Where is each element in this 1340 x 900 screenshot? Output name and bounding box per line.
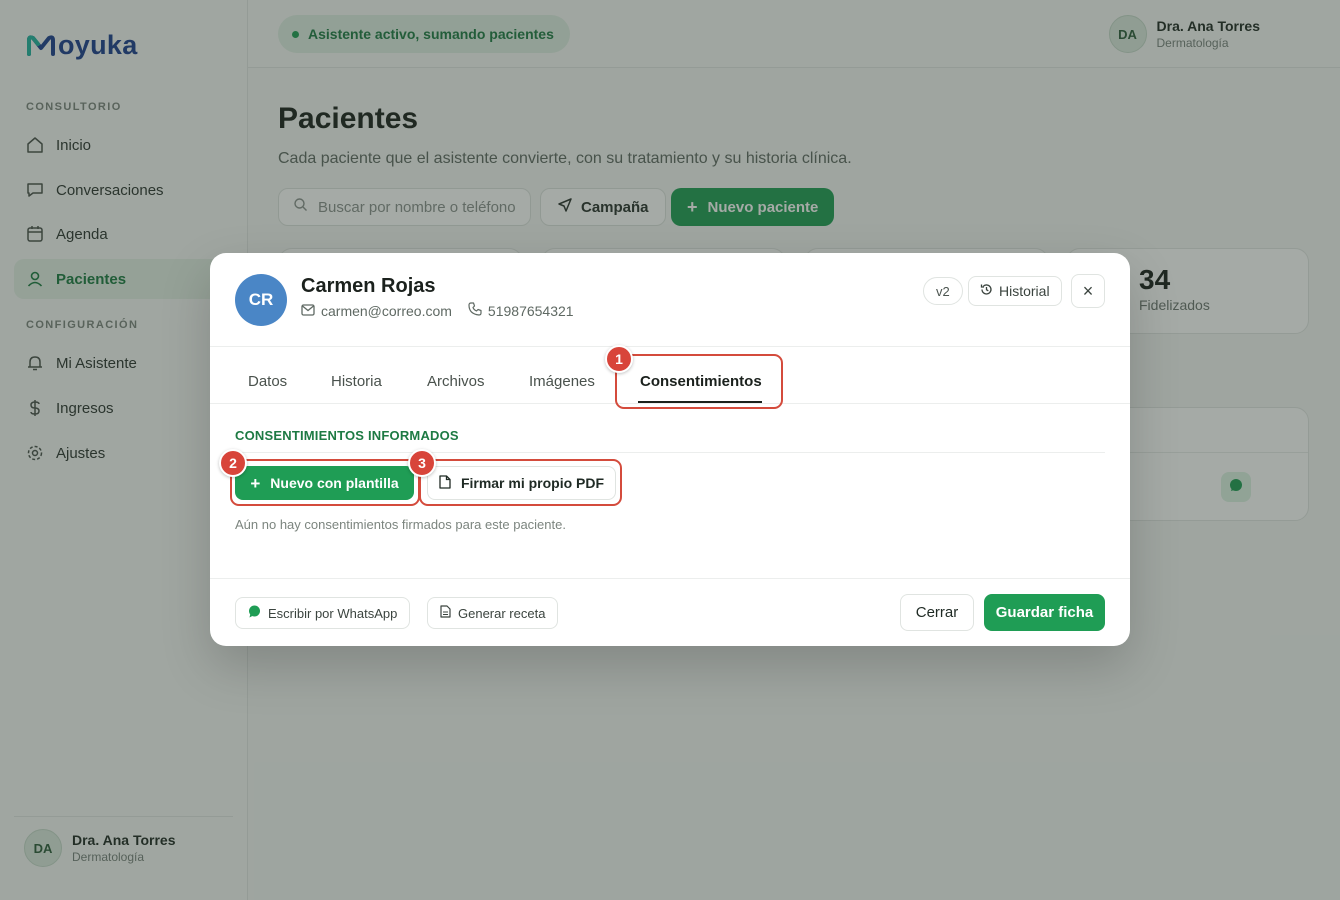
annotation-badge-2: 2 xyxy=(219,449,247,477)
annotation-badge-1: 1 xyxy=(605,345,633,373)
whatsapp-icon xyxy=(248,605,261,621)
tab-imagenes[interactable]: Imágenes xyxy=(529,373,595,390)
patient-modal: CR Carmen Rojas carmen@correo.com 519876… xyxy=(210,253,1130,646)
section-divider xyxy=(235,452,1105,453)
patient-phone: 51987654321 xyxy=(468,302,574,319)
tab-datos[interactable]: Datos xyxy=(248,373,287,390)
highlight-new-template xyxy=(230,459,420,506)
header-divider xyxy=(210,346,1130,347)
history-label: Historial xyxy=(999,283,1050,299)
recipe-label: Generar receta xyxy=(458,605,546,621)
whatsapp-label: Escribir por WhatsApp xyxy=(268,605,398,621)
email-text: carmen@correo.com xyxy=(321,302,452,319)
patient-email: carmen@correo.com xyxy=(301,303,452,319)
document-icon xyxy=(440,605,451,621)
patient-contact: carmen@correo.com 51987654321 xyxy=(301,302,574,319)
mail-icon xyxy=(301,303,315,319)
empty-state-text: Aún no hay consentimientos firmados para… xyxy=(235,517,566,532)
annotation-badge-3: 3 xyxy=(408,449,436,477)
patient-name: Carmen Rojas xyxy=(301,275,436,297)
save-button[interactable]: Guardar ficha xyxy=(984,594,1105,631)
tab-historia[interactable]: Historia xyxy=(331,373,382,390)
tab-archivos[interactable]: Archivos xyxy=(427,373,485,390)
phone-text: 51987654321 xyxy=(487,302,574,319)
close-icon[interactable]: × xyxy=(1071,274,1105,308)
version-badge[interactable]: v2 xyxy=(923,277,963,305)
highlight-tab-consentimientos xyxy=(615,354,783,409)
close-button[interactable]: Cerrar xyxy=(900,594,974,631)
generate-recipe-button[interactable]: Generar receta xyxy=(427,597,559,629)
section-title: CONSENTIMIENTOS INFORMADOS xyxy=(235,428,459,443)
phone-icon xyxy=(468,302,482,319)
history-icon xyxy=(980,283,993,299)
highlight-sign-pdf xyxy=(419,459,622,506)
footer-divider xyxy=(210,578,1130,579)
patient-avatar: CR xyxy=(235,274,287,326)
history-button[interactable]: Historial xyxy=(968,276,1062,306)
whatsapp-button[interactable]: Escribir por WhatsApp xyxy=(235,597,411,629)
